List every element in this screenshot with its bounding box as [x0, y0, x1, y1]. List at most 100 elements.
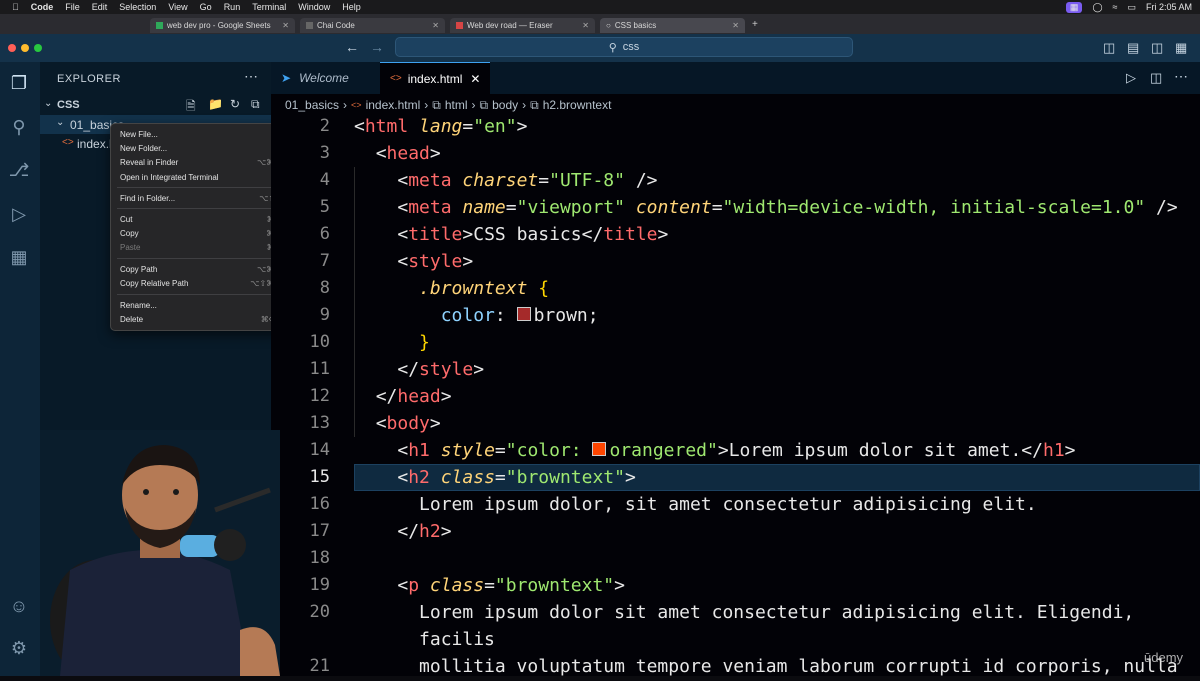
code-text[interactable]: Lorem ipsum dolor, sit amet consectetur …: [354, 491, 1037, 518]
ctx-rename[interactable]: Rename...↩: [111, 299, 290, 312]
more-actions-icon[interactable]: ⋯: [244, 68, 258, 85]
toggle-panel-icon[interactable]: ▤: [1127, 40, 1139, 56]
new-tab-icon[interactable]: +: [752, 19, 758, 30]
code-text[interactable]: <head>: [354, 140, 441, 167]
breadcrumb-file[interactable]: index.html: [366, 98, 421, 112]
breadcrumb-folder[interactable]: 01_basics: [285, 98, 339, 112]
extensions-icon[interactable]: ▦: [8, 246, 30, 268]
code-text[interactable]: color: brown;: [354, 302, 599, 329]
account-icon[interactable]: ☺: [8, 595, 30, 617]
close-icon[interactable]: ✕: [582, 21, 589, 30]
ctx-reveal-in-finder[interactable]: Reveal in Finder ⌥⌘R: [111, 156, 290, 169]
ctx-new-file[interactable]: New File...: [111, 128, 290, 141]
ctx-copy-relative-path[interactable]: Copy Relative Path ⌥⇧⌘C: [111, 277, 290, 290]
split-editor-icon[interactable]: ◫: [1150, 70, 1162, 86]
back-arrow-icon[interactable]: ←: [345, 39, 359, 55]
forward-arrow-icon[interactable]: →: [370, 39, 384, 55]
code-text[interactable]: <meta name="viewport" content="width=dev…: [354, 194, 1177, 221]
close-icon[interactable]: ✕: [732, 21, 739, 30]
breadcrumb-html[interactable]: html: [445, 98, 468, 112]
code-text[interactable]: <meta charset="UTF-8" />: [354, 167, 657, 194]
browser-tab-sheets[interactable]: web dev pro - Google Sheets ✕: [150, 18, 295, 33]
code-text[interactable]: </style>: [354, 356, 484, 383]
ctx-copy[interactable]: Copy⌘C: [111, 227, 290, 240]
code-text[interactable]: </head>: [354, 383, 452, 410]
source-control-icon[interactable]: ⎇: [8, 159, 30, 181]
breadcrumb-h2[interactable]: h2.browntext: [543, 98, 612, 112]
code-line: 7 <style>: [271, 248, 1200, 275]
code-text[interactable]: <h2 class="browntext">: [354, 464, 635, 491]
menu-go[interactable]: Go: [200, 2, 212, 12]
code-line: 13 <body>: [271, 410, 1200, 437]
color-swatch-orangered[interactable]: [592, 442, 607, 456]
command-center-search[interactable]: ⚲ css: [395, 37, 853, 57]
customize-layout-icon[interactable]: ▦: [1175, 40, 1187, 56]
code-text[interactable]: .browntext {: [354, 275, 549, 302]
command-center-text: css: [622, 41, 640, 53]
code-text[interactable]: <style>: [354, 248, 473, 275]
apple-menu-icon[interactable]: : [12, 2, 19, 12]
menu-window[interactable]: Window: [298, 2, 330, 12]
breadcrumb-body[interactable]: body: [492, 98, 518, 112]
ctx-copy-path[interactable]: Copy Path ⌥⌘C: [111, 263, 290, 276]
toggle-sidebar-icon[interactable]: ◫: [1103, 40, 1115, 56]
browser-tab-css-basics[interactable]: ○ CSS basics ✕: [600, 18, 745, 33]
code-text[interactable]: <p class="browntext">: [354, 572, 625, 599]
folder-root-row[interactable]: ⌄ CSS 🗎 📁 ↻ ⧉: [40, 96, 271, 114]
tab-welcome[interactable]: ➤ Welcome: [271, 62, 379, 94]
menu-selection[interactable]: Selection: [119, 2, 156, 12]
menu-view[interactable]: View: [168, 2, 187, 12]
ctx-label: Copy: [120, 229, 139, 238]
ctx-cut[interactable]: Cut⌘X: [111, 213, 290, 226]
tab-index-html[interactable]: <> index.html ✕: [380, 62, 490, 94]
collapse-all-icon[interactable]: ⧉: [251, 97, 260, 112]
more-actions-icon[interactable]: ⋯: [1174, 68, 1188, 85]
code-text[interactable]: </h2>: [354, 518, 451, 545]
browser-tab-chaicode[interactable]: Chai Code ✕: [300, 18, 445, 33]
wifi-icon[interactable]: ≈: [1113, 2, 1118, 12]
code-text[interactable]: }: [354, 329, 430, 356]
code-line: 9 color: brown;: [271, 302, 1200, 329]
menu-edit[interactable]: Edit: [92, 2, 108, 12]
code-text[interactable]: <body>: [354, 410, 441, 437]
settings-gear-icon[interactable]: ⚙: [8, 637, 30, 659]
minimize-window-button[interactable]: [21, 44, 29, 52]
explorer-context-menu: New File... New Folder... Reveal in Find…: [110, 123, 291, 331]
chevron-right-icon: ›: [424, 98, 429, 112]
search-icon[interactable]: ⚲: [8, 116, 30, 138]
ctx-find-in-folder[interactable]: Find in Folder... ⌥⇧F: [111, 192, 290, 205]
code-line-active: 15 <h2 class="browntext">: [271, 464, 1200, 491]
ctx-open-terminal[interactable]: Open in Integrated Terminal: [111, 171, 290, 184]
close-window-button[interactable]: [8, 44, 16, 52]
code-text[interactable]: <title>CSS basics</title>: [354, 221, 668, 248]
browser-tab-eraser[interactable]: Web dev road — Eraser ✕: [450, 18, 595, 33]
close-icon[interactable]: ✕: [432, 21, 439, 30]
code-text[interactable]: <html lang="en">: [354, 113, 527, 140]
maximize-window-button[interactable]: [34, 44, 42, 52]
close-icon[interactable]: ✕: [470, 72, 480, 86]
menu-file[interactable]: File: [65, 2, 80, 12]
refresh-icon[interactable]: ↻: [230, 97, 240, 111]
screen-share-icon[interactable]: ▦: [1065, 1, 1083, 13]
chaicode-icon: [306, 22, 313, 29]
record-icon[interactable]: ◯: [1092, 2, 1102, 13]
menubar-clock[interactable]: Fri 2:05 AM: [1146, 2, 1192, 12]
new-folder-icon[interactable]: 📁: [208, 97, 223, 111]
code-text[interactable]: <h1 style="color: orangered">Lorem ipsum…: [354, 437, 1075, 464]
explorer-files-icon[interactable]: ❐: [8, 72, 30, 94]
app-menu-code[interactable]: Code: [31, 2, 54, 12]
menu-run[interactable]: Run: [224, 2, 241, 12]
close-icon[interactable]: ✕: [282, 21, 289, 30]
menu-terminal[interactable]: Terminal: [252, 2, 286, 12]
ctx-new-folder[interactable]: New Folder...: [111, 142, 290, 155]
color-swatch-brown[interactable]: [516, 307, 531, 321]
ctx-delete[interactable]: Delete⌘⌫: [111, 313, 290, 326]
menu-help[interactable]: Help: [342, 2, 361, 12]
run-icon[interactable]: ▷: [1126, 70, 1136, 86]
battery-icon[interactable]: ▭: [1127, 2, 1136, 13]
ctx-label: New Folder...: [120, 144, 168, 153]
toggle-secondary-sidebar-icon[interactable]: ◫: [1151, 40, 1163, 56]
run-debug-icon[interactable]: ▷: [8, 203, 30, 225]
code-text[interactable]: Lorem ipsum dolor sit amet consectetur a…: [354, 599, 1134, 626]
code-text[interactable]: facilis: [354, 626, 495, 653]
